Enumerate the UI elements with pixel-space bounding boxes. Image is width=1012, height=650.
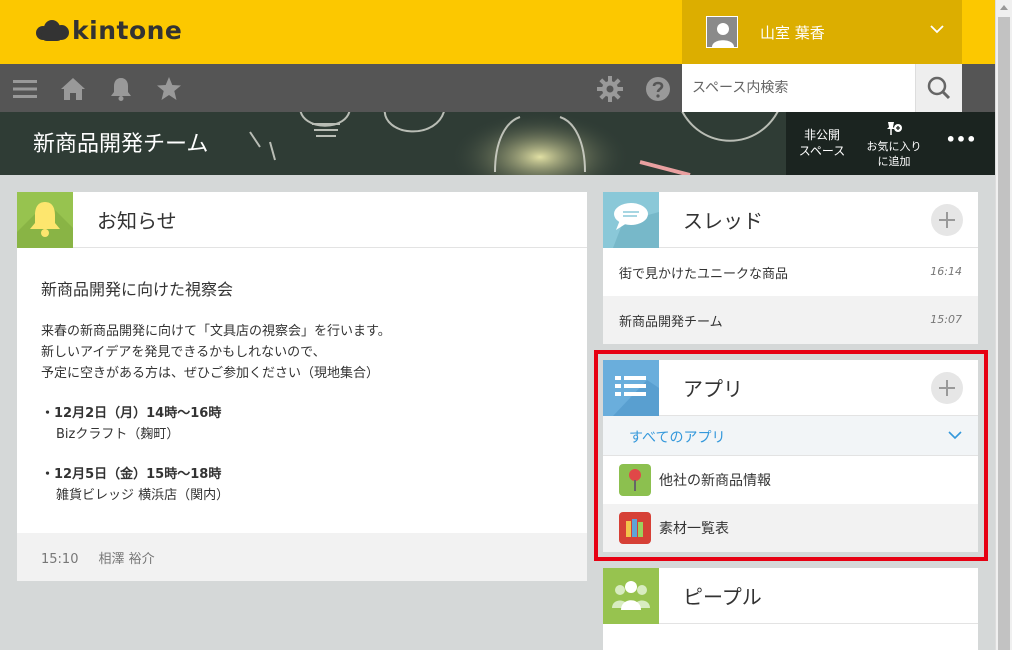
thread-row[interactable]: 新商品開発チーム 15:07 [603,296,978,344]
app-list-icon [603,360,659,416]
space-actions: 非公開 スペース お気に入り に追加 ••• [786,112,995,175]
people-title: ピープル [683,585,762,609]
gear-icon[interactable] [597,76,623,102]
space-title: 新商品開発チーム [33,132,209,157]
chevron-down-icon[interactable] [930,24,944,34]
bell-icon[interactable] [108,76,134,102]
user-menu[interactable]: 山室 葉香 [682,0,962,64]
user-silhouette-icon [707,17,737,47]
apps-header: アプリ [603,360,978,416]
people-card: ピープル [603,568,978,650]
notice-heading: 新商品開発に向けた視察会 [41,280,234,299]
scroll-up-arrow-icon[interactable] [1000,5,1008,10]
notice-card: お知らせ 新商品開発に向けた視察会 来春の新商品開発に向けて「文具店の視察会」を… [17,192,587,581]
notice-footer: 15:10 相澤 裕介 [17,533,587,581]
notice-text: 来春の新商品開発に向けて「文具店の視察会」を行います。 新しいアイデアを発見でき… [41,324,391,381]
logo-text: kintone [72,16,183,45]
notice-author[interactable]: 相澤 裕介 [98,552,154,567]
add-thread-button[interactable] [931,204,963,236]
search-input[interactable] [692,80,905,96]
chevron-down-icon [948,431,962,440]
notice-time: 15:10 [41,552,79,567]
people-header: ピープル [603,568,978,624]
vertical-scrollbar[interactable] [995,0,1012,650]
app-row[interactable]: 他社の新商品情報 [603,456,978,504]
thread-title: スレッド [683,209,763,233]
add-app-button[interactable] [931,372,963,404]
avatar [706,16,738,48]
people-icon [603,568,659,624]
binders-app-icon [619,512,651,544]
menu-icon[interactable] [12,76,38,102]
notice-title: お知らせ [97,209,177,233]
help-icon[interactable] [645,76,671,102]
scroll-thumb[interactable] [998,17,1010,650]
search-button[interactable] [915,64,962,112]
space-search [682,64,915,112]
notice-body: 新商品開発に向けた視察会 来春の新商品開発に向けて「文具店の視察会」を行います。… [17,248,587,506]
thread-card: スレッド 街で見かけたユニークな商品 16:14 新商品開発チーム 15:07 [603,192,978,344]
thread-header: スレッド [603,192,978,248]
apps-title: アプリ [683,377,743,401]
notice-event-item: ・12月5日（金）15時～18時 雑貨ビレッジ 横浜店（関内） [41,467,230,503]
speech-bubble-icon [603,192,659,248]
notice-header: お知らせ [17,192,587,248]
thread-row[interactable]: 街で見かけたユニークな商品 16:14 [603,248,978,296]
search-icon [927,76,951,100]
more-icon[interactable]: ••• [944,130,978,151]
pushpin-app-icon [619,464,651,496]
notice-event-item: ・12月2日（月）14時～16時 Bizクラフト（麹町） [41,406,222,442]
global-header: kintone 山室 葉香 [0,0,995,64]
app-row[interactable]: 素材一覧表 [603,504,978,552]
home-icon[interactable] [60,76,86,102]
space-banner: 新商品開発チーム 非公開 スペース お気に入り に追加 ••• [0,112,995,175]
app-filter-dropdown[interactable]: すべてのアプリ [603,416,978,456]
cloud-logo-icon [36,19,70,42]
apps-card: アプリ すべてのアプリ 他社の新商品情報 素材一覧表 [603,360,978,552]
bell-icon [17,192,73,248]
star-icon[interactable] [156,76,182,102]
private-space-label: 非公開 スペース [798,128,846,158]
user-name: 山室 葉香 [760,23,825,42]
pin-add-icon [887,122,902,135]
kintone-logo[interactable]: kintone [36,16,182,45]
add-favorite-button[interactable]: お気に入り に追加 [860,120,928,169]
